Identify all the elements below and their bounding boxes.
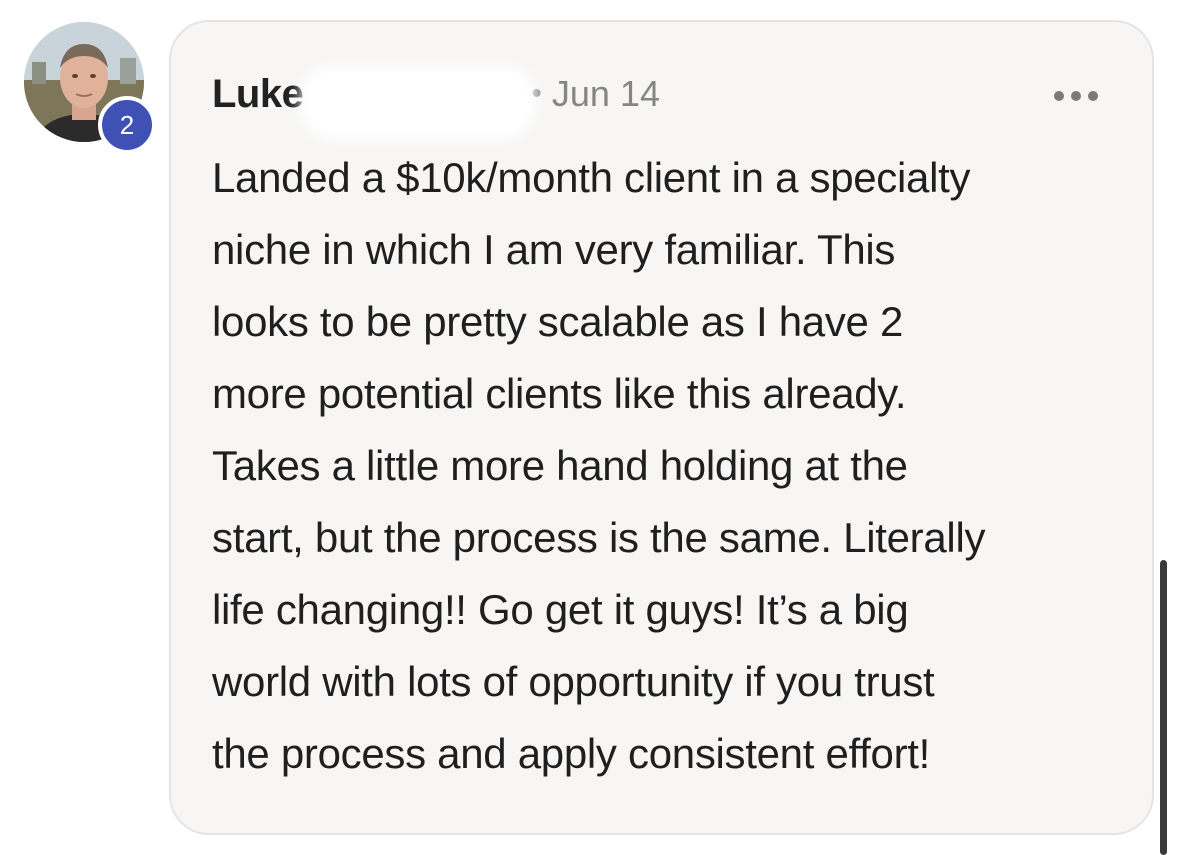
- author-name[interactable]: Luke: [212, 72, 304, 117]
- comment-text: Landed a $10k/month client in a specialt…: [212, 142, 1132, 790]
- comment-line: niche in which I am very familiar. This: [212, 226, 896, 273]
- ellipsis-icon: [1071, 91, 1081, 101]
- comment-line: looks to be pretty scalable as I have 2: [212, 298, 904, 345]
- comment-line: world with lots of opportunity if you tr…: [212, 658, 935, 705]
- level-badge: 2: [98, 96, 156, 154]
- comment-screen: 2 Luke • Jun 14 Landed a $10k/month clie…: [0, 0, 1179, 855]
- comment-line: more potential clients like this already…: [212, 370, 907, 417]
- comment-line: Takes a little more hand holding at the: [212, 442, 908, 489]
- comment-header: Luke • Jun 14: [212, 72, 660, 131]
- post-date[interactable]: Jun 14: [552, 73, 660, 115]
- meta-separator: •: [531, 77, 542, 110]
- author-avatar-container[interactable]: 2: [24, 22, 156, 154]
- comment-line: Landed a $10k/month client in a specialt…: [212, 154, 971, 201]
- ellipsis-icon: [1054, 91, 1064, 101]
- ellipsis-icon: [1088, 91, 1098, 101]
- comment-bubble: Luke • Jun 14 Landed a $10k/month client…: [169, 20, 1154, 835]
- redacted-surname: [309, 73, 528, 131]
- comment-line: life changing!! Go get it guys! It’s a b…: [212, 586, 909, 633]
- comment-line: the process and apply consistent effort!: [212, 730, 930, 777]
- more-options-button[interactable]: [1054, 86, 1098, 106]
- comment-line: start, but the process is the same. Lite…: [212, 514, 986, 561]
- scrollbar[interactable]: [1160, 560, 1167, 855]
